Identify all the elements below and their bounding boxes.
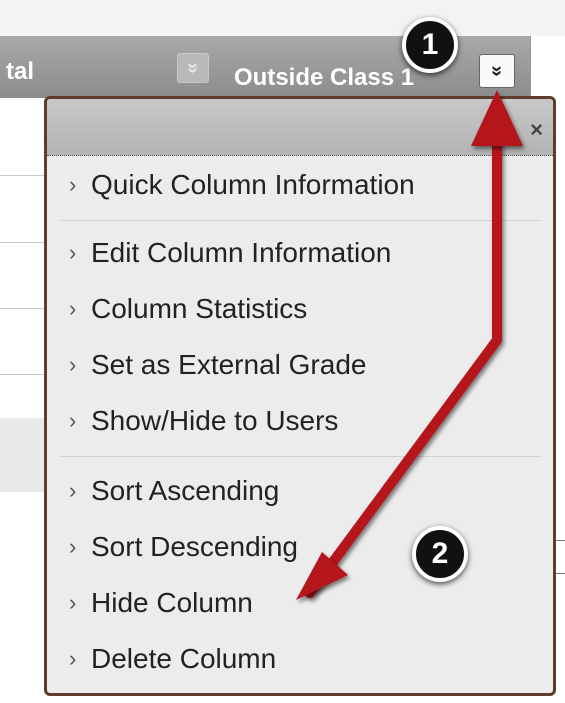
- arrow-head-up: [471, 90, 523, 146]
- callout-badge-1: 1: [402, 17, 458, 73]
- annotation-arrows: [296, 90, 523, 600]
- arrow-path: [305, 107, 502, 598]
- callout-badge-2: 2: [412, 526, 468, 582]
